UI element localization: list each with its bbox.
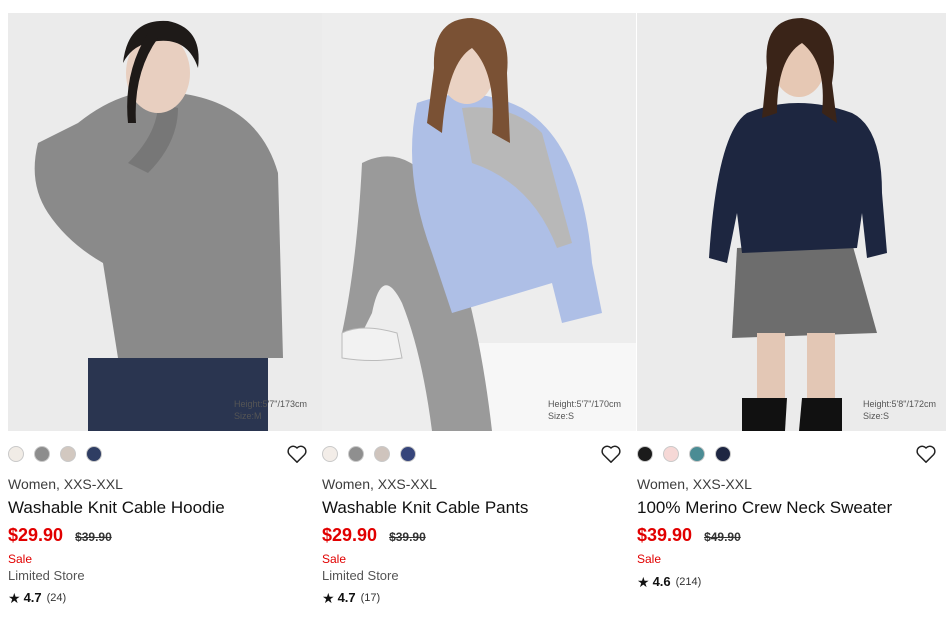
color-swatch[interactable]	[637, 446, 653, 462]
model-size-caption: Height:5'7"/170cm Size:S	[548, 398, 628, 422]
rating: ★ 4.7 (24)	[8, 590, 66, 605]
model-height: Height:5'8"/172cm	[863, 399, 936, 409]
favorite-button[interactable]	[915, 444, 937, 464]
store-availability: Limited Store	[322, 568, 399, 583]
model-size-caption: Height:5'7"/173cm Size:M	[234, 398, 314, 422]
color-swatch[interactable]	[374, 446, 390, 462]
product-name[interactable]: Washable Knit Cable Pants	[322, 498, 528, 518]
star-icon: ★	[637, 573, 650, 590]
color-swatch[interactable]	[322, 446, 338, 462]
rating-score: 4.7	[23, 590, 42, 605]
color-swatch[interactable]	[400, 446, 416, 462]
model-illustration	[322, 13, 636, 431]
rating-score: 4.7	[337, 590, 356, 605]
original-price: $49.90	[704, 530, 741, 544]
product-card[interactable]: Height:5'7"/173cm Size:M Women, XXS-XXL …	[8, 0, 322, 618]
review-count: (17)	[360, 591, 381, 604]
rating: ★ 4.7 (17)	[322, 590, 380, 605]
sale-price: $29.90	[8, 525, 64, 545]
rating-score: 4.6	[652, 574, 671, 589]
star-icon: ★	[8, 589, 21, 606]
model-size: Size:S	[863, 411, 890, 421]
heart-outline-icon	[601, 445, 621, 463]
price-row: $39.90 $49.90	[637, 525, 741, 547]
product-name[interactable]: 100% Merino Crew Neck Sweater	[637, 498, 892, 518]
color-swatch[interactable]	[715, 446, 731, 462]
model-size: Size:M	[234, 411, 262, 421]
color-swatch[interactable]	[689, 446, 705, 462]
product-card[interactable]: Height:5'8"/172cm Size:S Women, XXS-XXL …	[637, 0, 946, 618]
price-row: $29.90 $39.90	[322, 525, 426, 547]
original-price: $39.90	[75, 530, 112, 544]
sale-badge: Sale	[8, 552, 33, 566]
gender-size-range: Women, XXS-XXL	[637, 476, 752, 492]
model-height: Height:5'7"/173cm	[234, 399, 307, 409]
product-card[interactable]: Height:5'7"/170cm Size:S Women, XXS-XXL …	[322, 0, 636, 618]
sale-badge: Sale	[322, 552, 347, 566]
model-illustration	[637, 13, 946, 431]
review-count: (24)	[46, 591, 67, 604]
favorite-button[interactable]	[600, 444, 622, 464]
price-row: $29.90 $39.90	[8, 525, 112, 547]
rating: ★ 4.6 (214)	[637, 574, 701, 589]
sale-price: $29.90	[322, 525, 378, 545]
product-grid: Height:5'7"/173cm Size:M Women, XXS-XXL …	[0, 0, 946, 618]
color-swatch[interactable]	[86, 446, 102, 462]
color-swatches	[322, 446, 416, 462]
model-height: Height:5'7"/170cm	[548, 399, 621, 409]
original-price: $39.90	[389, 530, 426, 544]
product-image[interactable]: Height:5'7"/173cm Size:M	[8, 13, 322, 431]
model-size-caption: Height:5'8"/172cm Size:S	[863, 398, 943, 422]
color-swatch[interactable]	[34, 446, 50, 462]
sale-price: $39.90	[637, 525, 693, 545]
product-name[interactable]: Washable Knit Cable Hoodie	[8, 498, 225, 518]
heart-outline-icon	[287, 445, 307, 463]
review-count: (214)	[675, 575, 702, 588]
sale-badge: Sale	[637, 552, 662, 566]
color-swatch[interactable]	[663, 446, 679, 462]
color-swatch[interactable]	[8, 446, 24, 462]
color-swatch[interactable]	[348, 446, 364, 462]
favorite-button[interactable]	[286, 444, 308, 464]
model-size: Size:S	[548, 411, 575, 421]
product-image[interactable]: Height:5'8"/172cm Size:S	[637, 13, 946, 431]
heart-outline-icon	[916, 445, 936, 463]
model-illustration	[8, 13, 322, 431]
product-image[interactable]: Height:5'7"/170cm Size:S	[322, 13, 636, 431]
store-availability: Limited Store	[8, 568, 85, 583]
color-swatches	[8, 446, 102, 462]
gender-size-range: Women, XXS-XXL	[322, 476, 437, 492]
color-swatch[interactable]	[60, 446, 76, 462]
color-swatches	[637, 446, 731, 462]
gender-size-range: Women, XXS-XXL	[8, 476, 123, 492]
star-icon: ★	[322, 589, 335, 606]
